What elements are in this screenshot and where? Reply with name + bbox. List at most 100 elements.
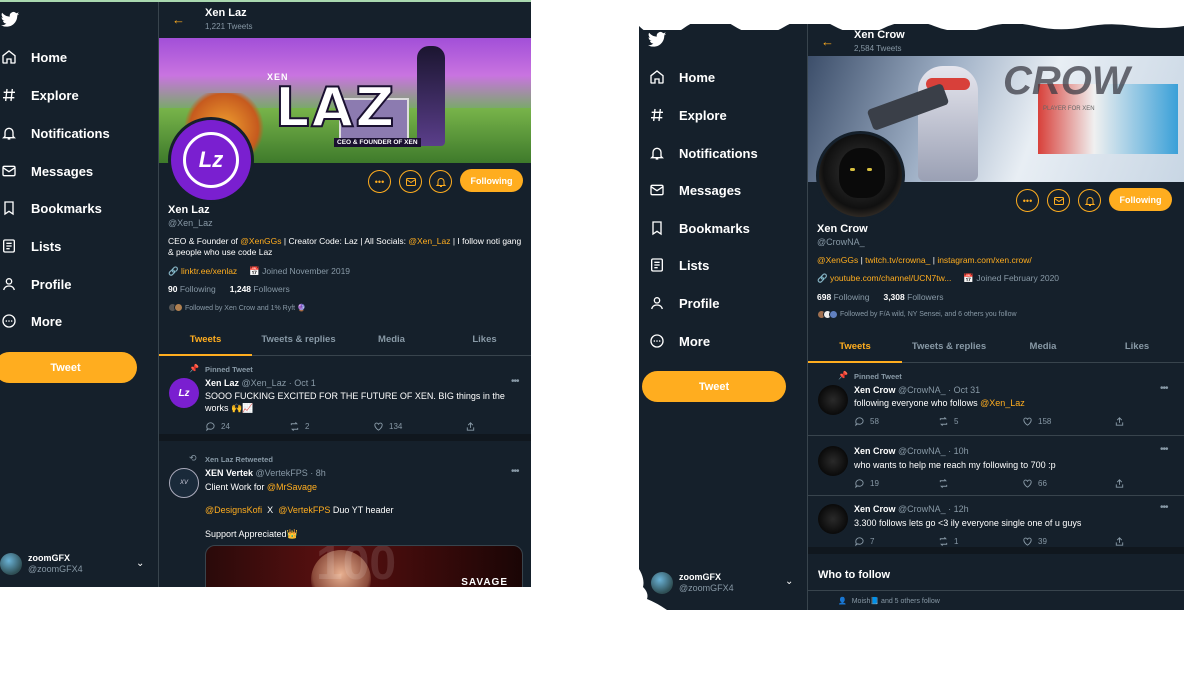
tweet-mention[interactable]: @VertekFPS (278, 505, 330, 515)
nav-messages[interactable]: Messages (1, 163, 93, 179)
nav-explore[interactable]: Explore (1, 87, 79, 103)
tweet-more-icon[interactable]: ••• (511, 376, 519, 387)
nav-more[interactable]: More (1, 313, 62, 329)
like-action[interactable]: 39 (1022, 536, 1114, 547)
retweet-action[interactable]: 5 (938, 416, 1022, 427)
bio-link[interactable]: twitch.tv/crowna_ (865, 255, 930, 265)
share-action[interactable] (1114, 416, 1125, 427)
tweet-author[interactable]: Xen Crow (854, 446, 896, 456)
notify-button[interactable] (429, 170, 452, 193)
nav-notifications[interactable]: Notifications (649, 145, 758, 161)
followers-count[interactable]: 3,308 Followers (883, 292, 943, 302)
link-text[interactable]: linktr.ee/xenlaz (181, 266, 237, 276)
share-action[interactable] (1114, 478, 1125, 489)
chevron-down-icon[interactable]: ⌄ (136, 558, 144, 569)
following-button[interactable]: Following (1109, 188, 1172, 211)
nav-notifications[interactable]: Notifications (1, 125, 110, 141)
reply-action[interactable]: 19 (854, 478, 938, 489)
bio-mention[interactable]: @XenGGs (240, 236, 281, 246)
following-button[interactable]: Following (460, 169, 523, 192)
share-action[interactable] (465, 421, 476, 432)
followed-by[interactable]: Followed by F/A wild, NY Sensei, and 6 o… (817, 310, 1017, 319)
followed-by[interactable]: Followed by Xen Crow and 1% Ryft 🔮 (168, 303, 306, 312)
tweet-mention[interactable]: @DesignsKofi (205, 505, 262, 515)
like-action[interactable]: 158 (1022, 416, 1114, 427)
tweet-author[interactable]: Xen Crow (854, 504, 896, 514)
tweet-item[interactable]: 📌 Pinned Tweet Xen Crow @CrowNA_ · Oct 3… (808, 364, 1184, 436)
nav-profile[interactable]: Profile (649, 295, 719, 311)
reply-action[interactable]: 24 (205, 421, 289, 432)
back-arrow-icon[interactable]: ← (821, 34, 834, 49)
nav-messages[interactable]: Messages (649, 182, 741, 198)
nav-bookmarks[interactable]: Bookmarks (649, 220, 750, 236)
nav-home[interactable]: Home (649, 69, 715, 85)
retweet-action[interactable]: 2 (289, 421, 373, 432)
tweet-mention[interactable]: @Xen_Laz (980, 398, 1025, 408)
share-action[interactable] (1114, 536, 1125, 547)
tab-tweets[interactable]: Tweets (808, 331, 902, 363)
tweet-avatar[interactable]: Lz (169, 378, 199, 408)
tab-tweets[interactable]: Tweets (159, 324, 252, 356)
nav-lists[interactable]: Lists (1, 238, 61, 254)
tweet-media[interactable]: 100 SAVAGE (205, 545, 523, 587)
like-action[interactable]: 66 (1022, 478, 1114, 489)
tweet-avatar[interactable] (818, 446, 848, 476)
link-text[interactable]: youtube.com/channel/UCN7tw... (830, 273, 951, 283)
profile-link[interactable]: 🔗 linktr.ee/xenlaz (168, 266, 237, 277)
retweet-action[interactable] (938, 478, 1022, 489)
following-count[interactable]: 90 Following (168, 284, 216, 294)
tweet-item[interactable]: Xen Crow @CrowNA_ · 10h ••• who wants to… (808, 436, 1184, 496)
bio-mention[interactable]: @Xen_Laz (408, 236, 450, 246)
profile-link[interactable]: 🔗 youtube.com/channel/UCN7tw... (817, 273, 951, 284)
tweet-more-icon[interactable]: ••• (511, 466, 519, 477)
tweet-author[interactable]: Xen Crow (854, 385, 896, 395)
tweet-item[interactable]: ⟲ Xen Laz Retweeted XV XEN Vertek @Verte… (159, 448, 531, 587)
tweet-item[interactable]: Xen Crow @CrowNA_ · 12h ••• 3.300 follow… (808, 496, 1184, 554)
tab-media[interactable]: Media (345, 324, 438, 355)
message-button[interactable] (1047, 189, 1070, 212)
tweet-button[interactable]: Tweet (0, 352, 137, 383)
twitter-bird-icon[interactable] (0, 10, 20, 30)
back-arrow-icon[interactable]: ← (172, 12, 185, 27)
nav-explore[interactable]: Explore (649, 107, 727, 123)
reply-action[interactable]: 58 (854, 416, 938, 427)
tweet-author[interactable]: XEN Vertek (205, 468, 253, 478)
tweet-more-icon[interactable]: ••• (1160, 502, 1168, 513)
account-switcher[interactable]: zoomGFX @zoomGFX4 (0, 553, 83, 575)
tweet-item[interactable]: 📌 Pinned Tweet Lz Xen Laz @Xen_Laz · Oct… (159, 357, 531, 441)
tweet-avatar[interactable] (818, 385, 848, 415)
tweet-avatar[interactable]: XV (169, 468, 199, 498)
profile-avatar[interactable]: Lz (168, 117, 254, 203)
message-button[interactable] (399, 170, 422, 193)
reply-action[interactable]: 7 (854, 536, 938, 547)
nav-home[interactable]: Home (1, 49, 67, 65)
tweet-more-icon[interactable]: ••• (1160, 383, 1168, 394)
following-count[interactable]: 698 Following (817, 292, 869, 302)
bio-mention[interactable]: @XenGGs (817, 255, 858, 265)
like-action[interactable]: 134 (373, 421, 465, 432)
tweet-avatar[interactable] (818, 504, 848, 534)
chevron-down-icon[interactable]: ⌄ (785, 576, 793, 587)
retweet-action[interactable]: 1 (938, 536, 1022, 547)
tweet-button[interactable]: Tweet (642, 371, 786, 402)
tweet-more-icon[interactable]: ••• (1160, 444, 1168, 455)
profile-avatar[interactable] (816, 131, 905, 220)
nav-lists[interactable]: Lists (649, 257, 709, 273)
followers-count[interactable]: 1,248 Followers (230, 284, 290, 294)
nav-profile[interactable]: Profile (1, 276, 71, 292)
more-options-button[interactable]: ••• (368, 170, 391, 193)
nav-more[interactable]: More (649, 333, 710, 349)
tab-tweets-replies[interactable]: Tweets & replies (902, 331, 996, 362)
who-followed-by[interactable]: 👤 Moish📘 and 5 others follow (838, 597, 940, 605)
tab-tweets-replies[interactable]: Tweets & replies (252, 324, 345, 355)
tab-media[interactable]: Media (996, 331, 1090, 362)
tweet-author[interactable]: Xen Laz (205, 378, 239, 388)
twitter-bird-icon[interactable] (647, 30, 667, 50)
tweet-mention[interactable]: @MrSavage (267, 482, 317, 492)
bio-link[interactable]: instagram.com/xen.crow/ (937, 255, 1031, 265)
tab-likes[interactable]: Likes (1090, 331, 1184, 362)
notify-button[interactable] (1078, 189, 1101, 212)
tab-likes[interactable]: Likes (438, 324, 531, 355)
nav-bookmarks[interactable]: Bookmarks (1, 200, 102, 216)
more-options-button[interactable]: ••• (1016, 189, 1039, 212)
